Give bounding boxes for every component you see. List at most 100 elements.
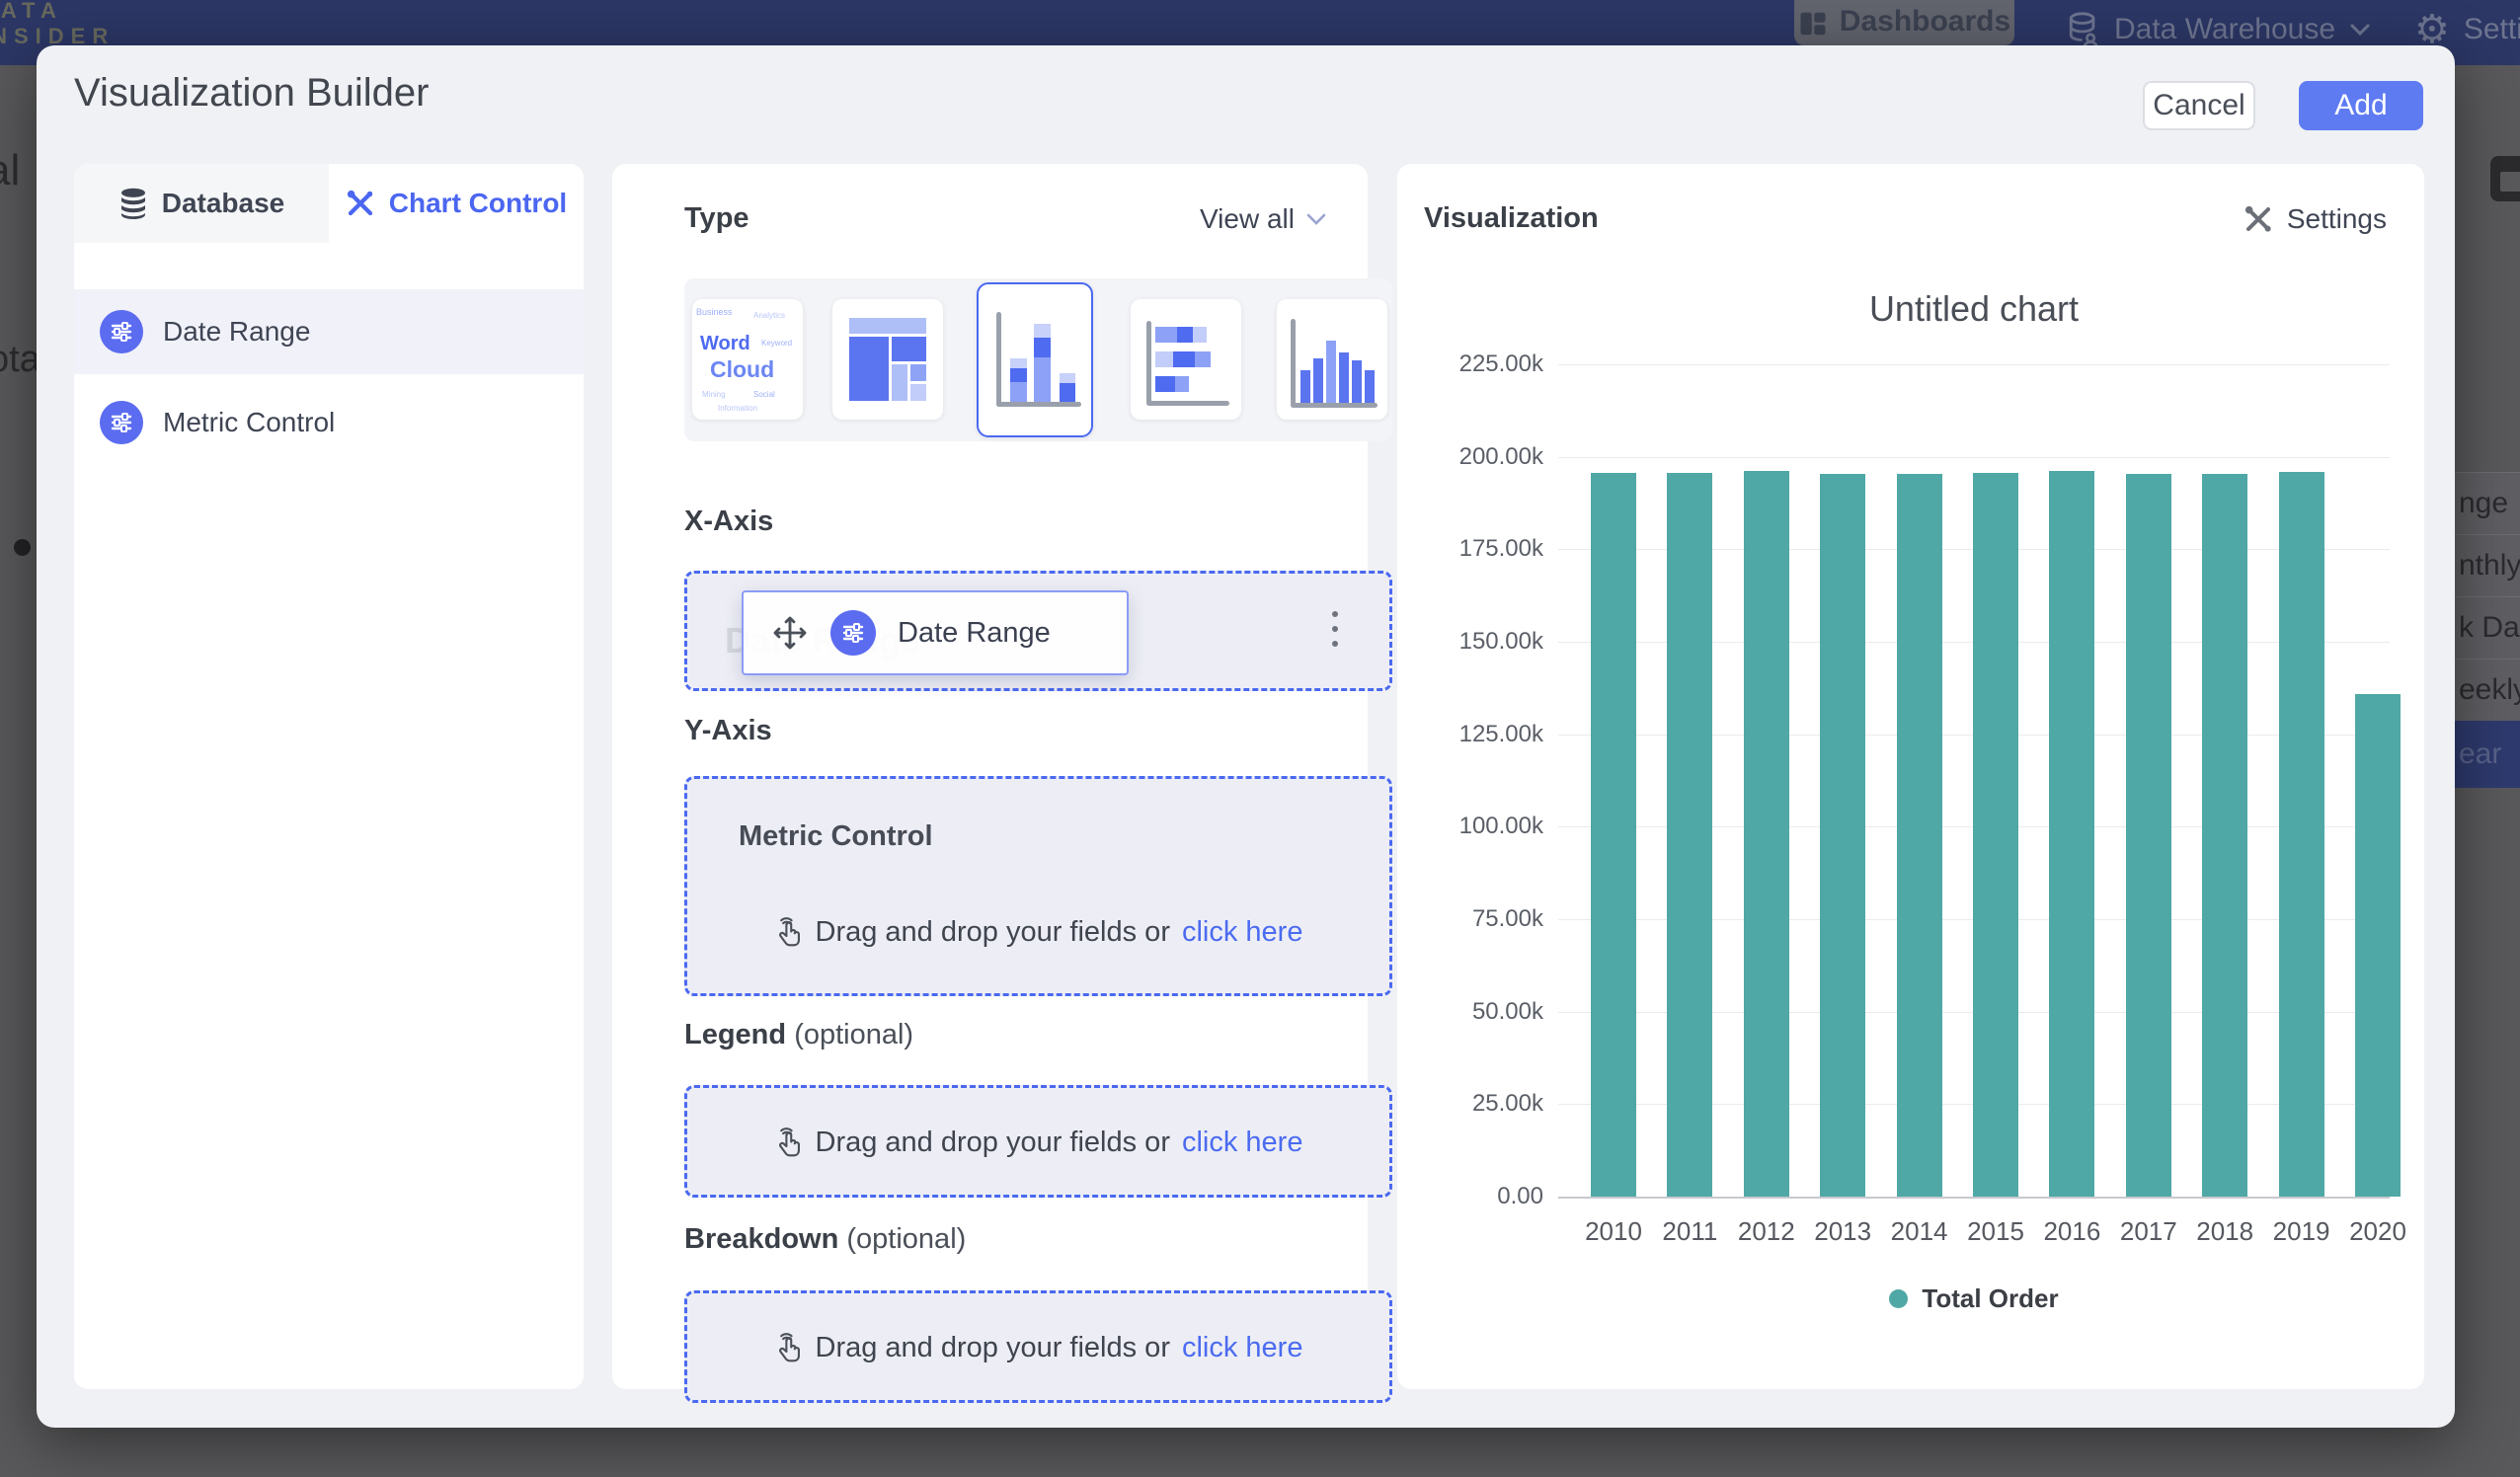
word-cloud-word: Mining: [702, 390, 726, 399]
gridline: [1558, 457, 2390, 458]
click-here-link[interactable]: click here: [1182, 1127, 1303, 1159]
drop-hint: Drag and drop your fields or click here: [687, 1331, 1389, 1364]
backdrop-dropdown-item[interactable]: eekly: [2455, 659, 2520, 721]
save-icon[interactable]: [2490, 156, 2520, 201]
control-item-date-range[interactable]: Date Range: [74, 289, 584, 374]
tools-icon: [346, 189, 375, 218]
nav-data-warehouse-label: Data Warehouse: [2114, 13, 2335, 46]
chart-bar: [2279, 472, 2324, 1197]
drop-hint-text: Drag and drop your fields or: [816, 916, 1170, 949]
click-hand-icon: [774, 915, 804, 949]
view-all-dropdown[interactable]: View all: [1200, 203, 1326, 235]
chip-label: Date Range: [898, 617, 1051, 650]
chart-legend[interactable]: Total Order: [1558, 1283, 2390, 1314]
chart-type-strip: Business Analytics Word Cloud Keyword Mi…: [684, 278, 1392, 441]
nav-tab-dashboards[interactable]: Dashboards: [1794, 0, 2014, 45]
crossed-tools-icon: [2244, 204, 2273, 234]
chart-type-stacked-bar[interactable]: [1131, 299, 1241, 420]
drop-hint-text: Drag and drop your fields or: [816, 1332, 1170, 1364]
control-item-label: Date Range: [163, 316, 310, 348]
control-item-metric-control[interactable]: Metric Control: [74, 380, 584, 465]
backdrop-bullet: [14, 539, 31, 556]
click-here-link[interactable]: click here: [1182, 916, 1303, 949]
y-tick-label: 50.00k: [1405, 998, 1543, 1026]
screen: DATA INSIDER Dashboards Data Warehouse ⚙…: [0, 0, 2520, 1477]
y-tick-label: 225.00k: [1405, 350, 1543, 378]
y-axis-drop-zone[interactable]: Metric Control Drag and drop your fields…: [684, 776, 1392, 996]
word-cloud-word: Cloud: [710, 356, 774, 383]
y-axis-zone-title: Metric Control: [739, 820, 933, 853]
word-cloud-word: Information: [718, 404, 757, 413]
chart-settings-button[interactable]: Settings: [2244, 203, 2387, 235]
drop-hint: Drag and drop your fields or click here: [687, 915, 1389, 949]
y-tick-label: 0.00: [1405, 1183, 1543, 1210]
backdrop-dropdown-item[interactable]: ear: [2455, 721, 2520, 788]
word-cloud-word: Analytics: [753, 311, 785, 320]
breakdown-heading-text: Breakdown: [684, 1223, 838, 1255]
chart-bar: [1820, 474, 1865, 1197]
date-range-chip[interactable]: Date Range: [742, 590, 1129, 675]
chart-bar: [1973, 473, 2018, 1197]
kebab-menu-icon[interactable]: [1332, 611, 1338, 647]
backdrop-dropdown-item[interactable]: k Date: [2455, 596, 2520, 659]
data-warehouse-icon: [2067, 11, 2100, 48]
chart-type-column[interactable]: [1277, 299, 1387, 420]
control-item-label: Metric Control: [163, 407, 335, 438]
chart-bar: [1667, 473, 1712, 1197]
breakdown-drop-zone[interactable]: Drag and drop your fields or click here: [684, 1290, 1392, 1403]
click-here-link[interactable]: click here: [1182, 1332, 1303, 1364]
y-tick-label: 25.00k: [1405, 1090, 1543, 1118]
breakdown-optional-text: (optional): [846, 1223, 966, 1255]
chevron-down-icon: [1306, 213, 1326, 226]
chart-bar: [2049, 471, 2094, 1197]
backdrop-text-fragment: al: [0, 146, 20, 195]
logo-line-1: DATA: [0, 0, 115, 24]
y-tick-label: 100.00k: [1405, 813, 1543, 840]
word-cloud-word: Word: [700, 333, 750, 355]
tab-chart-control[interactable]: Chart Control: [329, 164, 584, 243]
click-hand-icon: [774, 1331, 804, 1364]
add-button[interactable]: Add: [2299, 81, 2423, 130]
builder-panel: Type View all Business Analytics Word Cl…: [612, 164, 1368, 1389]
y-axis-heading: Y-Axis: [684, 715, 772, 747]
database-icon: [118, 188, 148, 219]
move-icon: [771, 614, 809, 652]
legend-drop-zone[interactable]: Drag and drop your fields or click here: [684, 1085, 1392, 1198]
tab-database[interactable]: Database: [74, 164, 329, 243]
click-hand-icon: [774, 1126, 804, 1159]
gridline: [1558, 364, 2390, 365]
y-tick-label: 125.00k: [1405, 721, 1543, 748]
visualization-heading: Visualization: [1424, 202, 1599, 235]
chevron-down-icon: [2349, 23, 2371, 37]
y-tick-label: 175.00k: [1405, 535, 1543, 563]
view-all-label: View all: [1200, 203, 1295, 235]
x-axis-drop-zone[interactable]: Date Range Date Range: [684, 571, 1392, 691]
tab-chart-control-label: Chart Control: [389, 188, 567, 219]
gridline: [1558, 1197, 2390, 1199]
drop-hint: Drag and drop your fields or click here: [687, 1126, 1389, 1159]
cancel-button[interactable]: Cancel: [2143, 81, 2255, 130]
chart-bar: [2202, 474, 2247, 1197]
chart-bar: [2355, 694, 2401, 1197]
chart-bar: [2126, 474, 2171, 1197]
chart-type-treemap[interactable]: [832, 299, 943, 420]
word-cloud-word: Keyword: [761, 339, 792, 348]
legend-swatch: [1889, 1289, 1908, 1308]
backdrop-dropdown-item[interactable]: nthly: [2455, 534, 2520, 596]
breakdown-heading: Breakdown (optional): [684, 1223, 966, 1256]
sliders-icon: [100, 310, 143, 353]
backdrop-dropdown-item[interactable]: nge: [2455, 472, 2520, 534]
gear-icon: ⚙: [2414, 10, 2450, 49]
chart-type-stacked-column[interactable]: [977, 282, 1093, 437]
legend-heading-text: Legend: [684, 1019, 786, 1050]
x-tick-label: 2020: [2333, 1216, 2422, 1247]
legend-optional-text: (optional): [794, 1019, 913, 1050]
visualization-panel: Visualization Settings Untitled chart 22…: [1397, 164, 2424, 1389]
nav-dashboards-label: Dashboards: [1840, 5, 2010, 39]
chart-type-word-cloud[interactable]: Business Analytics Word Cloud Keyword Mi…: [692, 299, 803, 420]
left-panel: Database Chart Control Date Range Metric…: [74, 164, 584, 1389]
chart-title: Untitled chart: [1558, 288, 2390, 330]
x-axis-heading: X-Axis: [684, 505, 773, 538]
legend-label: Total Order: [1922, 1283, 2058, 1314]
y-tick-label: 200.00k: [1405, 443, 1543, 471]
